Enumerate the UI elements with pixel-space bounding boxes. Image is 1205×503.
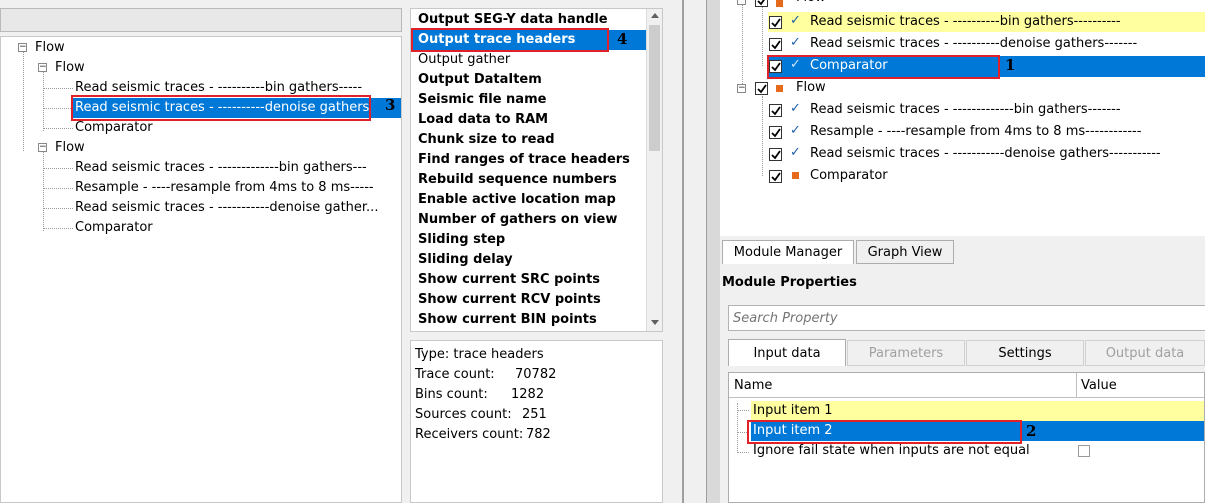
list-item[interactable]: Output gather [418,50,510,70]
list-item[interactable]: Output SEG-Y data handle [418,10,608,30]
property-row-ignore-fail-state: Ignore fail state when inputs are not eq… [753,443,1030,458]
info-trace-label: Trace count: [415,367,495,382]
flow-tree-item-read-denoise[interactable]: Read seismic traces - ----------denoise … [810,34,1137,54]
check-icon: ✓ [790,145,801,160]
tab-output-data[interactable]: Output data [1085,340,1205,366]
list-item[interactable]: Rebuild sequence numbers [418,170,617,190]
checkbox[interactable] [769,170,782,183]
tree-item-flow[interactable]: Flow [35,38,65,58]
splitter[interactable] [682,0,684,503]
checkbox[interactable] [769,148,782,161]
flow-tree-item-read-bin[interactable]: Read seismic traces - ----------bin gath… [810,12,1121,32]
grid-header [729,373,1204,398]
annotation-number: 3 [385,96,396,114]
annotation-box [411,28,609,52]
flow-tree-item-resample[interactable]: Resample - ----resample from 4ms to 8 ms… [810,122,1141,142]
checkbox[interactable] [755,0,768,7]
checkbox[interactable] [769,38,782,51]
list-item[interactable]: Load data to RAM [418,110,548,130]
annotation-box [71,95,371,121]
tree-item-comparator[interactable]: Comparator [75,118,153,138]
info-pane: Type: trace headers Trace count: 70782 B… [410,340,663,503]
info-bins-label: Bins count: [415,387,488,402]
info-sources-label: Sources count: [415,407,512,422]
left-tree-pane[interactable]: − Flow − Flow Read seismic traces - ----… [0,36,402,503]
scroll-up-icon[interactable] [651,13,659,18]
tree-item-flow[interactable]: Flow [55,58,85,78]
property-row-input-item-1[interactable]: Input item 1 [753,401,833,421]
info-sources-value: 251 [522,407,547,422]
list-item[interactable]: Enable active location map [418,190,616,210]
list-item[interactable]: Find ranges of trace headers [418,150,630,170]
flow-tree-item-read-denoise[interactable]: Read seismic traces - -----------denoise… [810,144,1161,164]
tree-item-resample[interactable]: Resample - ----resample from 4ms to 8 ms… [75,178,374,198]
module-properties-title: Module Properties [722,275,857,290]
splitter[interactable] [706,0,720,503]
info-trace-value: 70782 [515,367,557,382]
vertical-scrollbar[interactable] [646,9,662,331]
scrollbar-thumb[interactable] [649,25,660,151]
flow-tree-item-flow[interactable]: Flow [796,78,826,98]
checkbox[interactable] [755,82,768,95]
collapse-toggle-icon[interactable]: − [38,143,47,152]
checkbox[interactable] [769,104,782,117]
collapse-toggle-icon[interactable]: − [38,63,47,72]
flow-tree-item-read-bin[interactable]: Read seismic traces - -------------bin g… [810,100,1121,120]
flow-square-icon [776,85,783,92]
info-bins-value: 1282 [511,387,545,402]
info-receivers-label: Receivers count: [415,427,524,442]
annotation-box [767,55,1000,79]
module-properties-panel: Module Properties Input data Parameters … [720,264,1205,503]
left-tree-header [0,8,402,32]
list-item[interactable]: Output DataItem [418,70,542,90]
list-item[interactable]: Sliding delay [418,250,513,270]
info-receivers-value: 782 [526,427,551,442]
collapse-toggle-icon[interactable]: − [737,0,746,5]
tree-item-read-denoise[interactable]: Read seismic traces - -----------denoise… [75,198,378,218]
flow-square-icon [776,0,783,7]
list-item[interactable]: Show current SRC points [418,270,600,290]
search-property-input[interactable] [728,305,1205,331]
tab-module-manager[interactable]: Module Manager [722,240,854,264]
collapse-toggle-icon[interactable]: − [18,43,27,52]
annotation-number: 4 [617,30,628,48]
scroll-down-icon[interactable] [651,320,659,325]
checkbox[interactable] [769,126,782,139]
module-square-icon [792,172,799,179]
ignore-fail-state-checkbox[interactable] [1078,445,1090,457]
list-item[interactable]: Seismic file name [418,90,546,110]
info-type: Type: trace headers [415,347,544,362]
tab-parameters[interactable]: Parameters [847,340,965,366]
collapse-toggle-icon[interactable]: − [737,84,746,93]
list-item[interactable]: Show current BIN points [418,310,597,330]
handle-list-pane[interactable]: Output SEG-Y data handle Output trace he… [410,8,663,332]
check-icon: ✓ [790,101,801,116]
property-grid[interactable]: Name Value Input item 1 Input item 2 2 I… [728,372,1205,503]
flow-tree-item-comparator[interactable]: Comparator [810,166,888,186]
checkbox[interactable] [769,16,782,29]
tree-item-read-bin[interactable]: Read seismic traces - -------------bin g… [75,158,367,178]
tree-item-comparator[interactable]: Comparator [75,218,153,238]
check-icon: ✓ [790,35,801,50]
list-item[interactable]: Show current RCV points [418,290,601,310]
column-header-name[interactable]: Name [734,376,772,396]
list-item[interactable]: Chunk size to read [418,130,555,150]
annotation-number: 1 [1005,56,1016,74]
annotation-number: 2 [1026,422,1037,440]
check-icon: ✓ [790,123,801,138]
tab-settings[interactable]: Settings [966,340,1084,366]
tab-input-data[interactable]: Input data [728,339,846,366]
tab-graph-view[interactable]: Graph View [856,240,954,264]
list-item[interactable]: Sliding step [418,230,505,250]
flow-tree-item-flow[interactable]: Flow [796,0,826,8]
column-header-value[interactable]: Value [1081,376,1117,396]
flow-tree-pane[interactable]: − Flow ✓ Read seismic traces - ---------… [720,0,1205,236]
tree-item-flow[interactable]: Flow [55,138,85,158]
list-item[interactable]: Number of gathers on view [418,210,617,230]
check-icon: ✓ [790,13,801,28]
